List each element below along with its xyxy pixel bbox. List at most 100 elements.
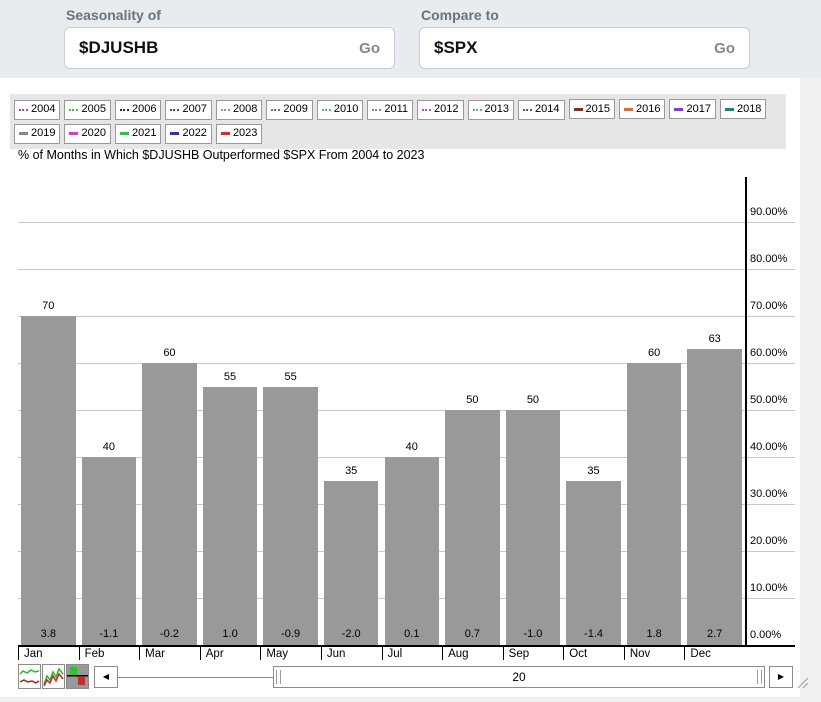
bar-value-label: 50 xyxy=(503,394,564,406)
year-toggle-2004[interactable]: 2004 xyxy=(14,100,60,120)
month-tick xyxy=(503,645,504,660)
resize-handle-icon[interactable] xyxy=(795,675,809,689)
bar-avg-label: 0.1 xyxy=(382,628,443,640)
bar-avg-label: -0.9 xyxy=(260,628,321,640)
month-tick xyxy=(79,645,80,660)
year-label: 2006 xyxy=(132,104,156,115)
year-line-style-icon xyxy=(170,132,179,135)
year-label: 2005 xyxy=(81,104,105,115)
year-toggle-2015[interactable]: 2015 xyxy=(569,99,615,119)
bar-avg-label: 0.7 xyxy=(442,628,503,640)
scroll-right-button[interactable]: ▶ xyxy=(769,666,793,688)
plot-area: 90.00%80.00%70.00%60.00%50.00%40.00%30.0… xyxy=(0,78,800,697)
year-label: 2015 xyxy=(586,104,610,115)
chart-title: % of Months in Which $DJUSHB Outperforme… xyxy=(18,148,424,162)
year-line-style-icon xyxy=(624,108,633,111)
period-scrollbar-thumb[interactable]: 20 xyxy=(273,666,765,688)
year-label: 2013 xyxy=(485,104,509,115)
y-axis-tick-label: 30.00% xyxy=(750,488,787,500)
period-count-label: 20 xyxy=(512,670,525,684)
year-toggle-2021[interactable]: 2021 xyxy=(115,124,161,144)
year-toggle-2006[interactable]: 2006 xyxy=(115,100,161,120)
year-line-style-icon xyxy=(69,109,78,111)
year-line-style-icon xyxy=(574,108,583,111)
year-label: 2011 xyxy=(384,104,408,115)
smooth-lines-chart-icon[interactable] xyxy=(18,664,41,689)
seasonality-go-button[interactable]: Go xyxy=(359,40,380,57)
year-label: 2020 xyxy=(81,128,105,139)
gridline-60 xyxy=(18,363,795,364)
y-axis-tick-label: 10.00% xyxy=(750,582,787,594)
gridline-10 xyxy=(18,598,795,599)
gridline-50 xyxy=(18,410,795,411)
year-toggle-2020[interactable]: 2020 xyxy=(64,124,110,144)
y-axis-tick-label: 50.00% xyxy=(750,394,787,406)
year-toggle-2005[interactable]: 2005 xyxy=(64,100,110,120)
month-label-jun: Jun xyxy=(327,648,346,660)
year-line-style-icon xyxy=(725,108,734,111)
bar-value-label: 50 xyxy=(442,394,503,406)
bar-value-label: 35 xyxy=(563,465,624,477)
year-toggle-2018[interactable]: 2018 xyxy=(720,99,766,119)
gridline-40 xyxy=(18,457,795,458)
thumb-right-grip[interactable] xyxy=(757,670,762,684)
bar-avg-label: -1.1 xyxy=(79,628,140,640)
month-tick xyxy=(684,645,685,660)
bar-avg-label: -1.0 xyxy=(503,628,564,640)
month-label-nov: Nov xyxy=(630,648,650,660)
year-line-style-icon xyxy=(473,109,482,111)
bar-value-label: 55 xyxy=(200,371,261,383)
y-axis-tick-label: 70.00% xyxy=(750,300,787,312)
x-axis-line xyxy=(18,645,795,647)
gridline-70 xyxy=(18,316,795,317)
month-label-dec: Dec xyxy=(690,648,710,660)
month-label-jan: Jan xyxy=(24,648,43,660)
year-toggle-2009[interactable]: 2009 xyxy=(266,100,312,120)
bar-avg-label: 2.7 xyxy=(684,628,745,640)
year-label: 2010 xyxy=(334,104,358,115)
bar-avg-label: -2.0 xyxy=(321,628,382,640)
month-label-apr: Apr xyxy=(206,648,224,660)
thumb-left-grip[interactable] xyxy=(276,670,281,684)
seasonality-symbol-input[interactable] xyxy=(79,38,359,58)
bar-oct xyxy=(566,481,621,646)
year-toggle-2023[interactable]: 2023 xyxy=(216,124,262,144)
seasonality-input-box: Go xyxy=(64,27,395,69)
year-label: 2016 xyxy=(636,104,660,115)
year-label: 2021 xyxy=(132,128,156,139)
year-toggle-2007[interactable]: 2007 xyxy=(165,100,211,120)
bar-sep xyxy=(506,410,561,645)
month-label-feb: Feb xyxy=(85,648,105,660)
compare-to-label: Compare to xyxy=(421,7,499,23)
year-toggle-2017[interactable]: 2017 xyxy=(669,99,715,119)
month-label-oct: Oct xyxy=(569,648,587,660)
year-line-style-icon xyxy=(19,109,28,111)
month-tick xyxy=(260,645,261,660)
month-tick xyxy=(442,645,443,660)
year-toggle-2011[interactable]: 2011 xyxy=(367,100,413,120)
bar-mar xyxy=(142,363,197,645)
year-toggle-2010[interactable]: 2010 xyxy=(317,100,363,120)
compare-go-button[interactable]: Go xyxy=(714,40,735,57)
year-toggle-2012[interactable]: 2012 xyxy=(417,100,463,120)
year-toggle-2013[interactable]: 2013 xyxy=(468,100,514,120)
symbol-entry-bar: Seasonality of Go Compare to Go xyxy=(0,0,821,78)
year-toggle-2014[interactable]: 2014 xyxy=(518,100,564,120)
month-label-jul: Jul xyxy=(388,648,403,660)
year-label: 2007 xyxy=(182,104,206,115)
bar-nov xyxy=(627,363,682,645)
price-lines-chart-icon[interactable] xyxy=(42,664,65,689)
year-toggle-2016[interactable]: 2016 xyxy=(619,99,665,119)
scroll-left-button[interactable]: ◀ xyxy=(94,666,118,688)
year-toggle-2008[interactable]: 2008 xyxy=(216,100,262,120)
scrollbar-track[interactable] xyxy=(118,677,274,678)
month-label-mar: Mar xyxy=(145,648,165,660)
bar-value-label: 60 xyxy=(624,347,685,359)
seasonality-tool: Seasonality of Go Compare to Go 2004 2005… xyxy=(0,0,821,702)
year-toggle-2019[interactable]: 2019 xyxy=(14,124,60,144)
bar-avg-label: 1.0 xyxy=(200,628,261,640)
bar-jan xyxy=(21,316,76,645)
bar-chart-icon[interactable] xyxy=(66,664,89,689)
year-toggle-2022[interactable]: 2022 xyxy=(165,124,211,144)
compare-symbol-input[interactable] xyxy=(434,38,714,58)
